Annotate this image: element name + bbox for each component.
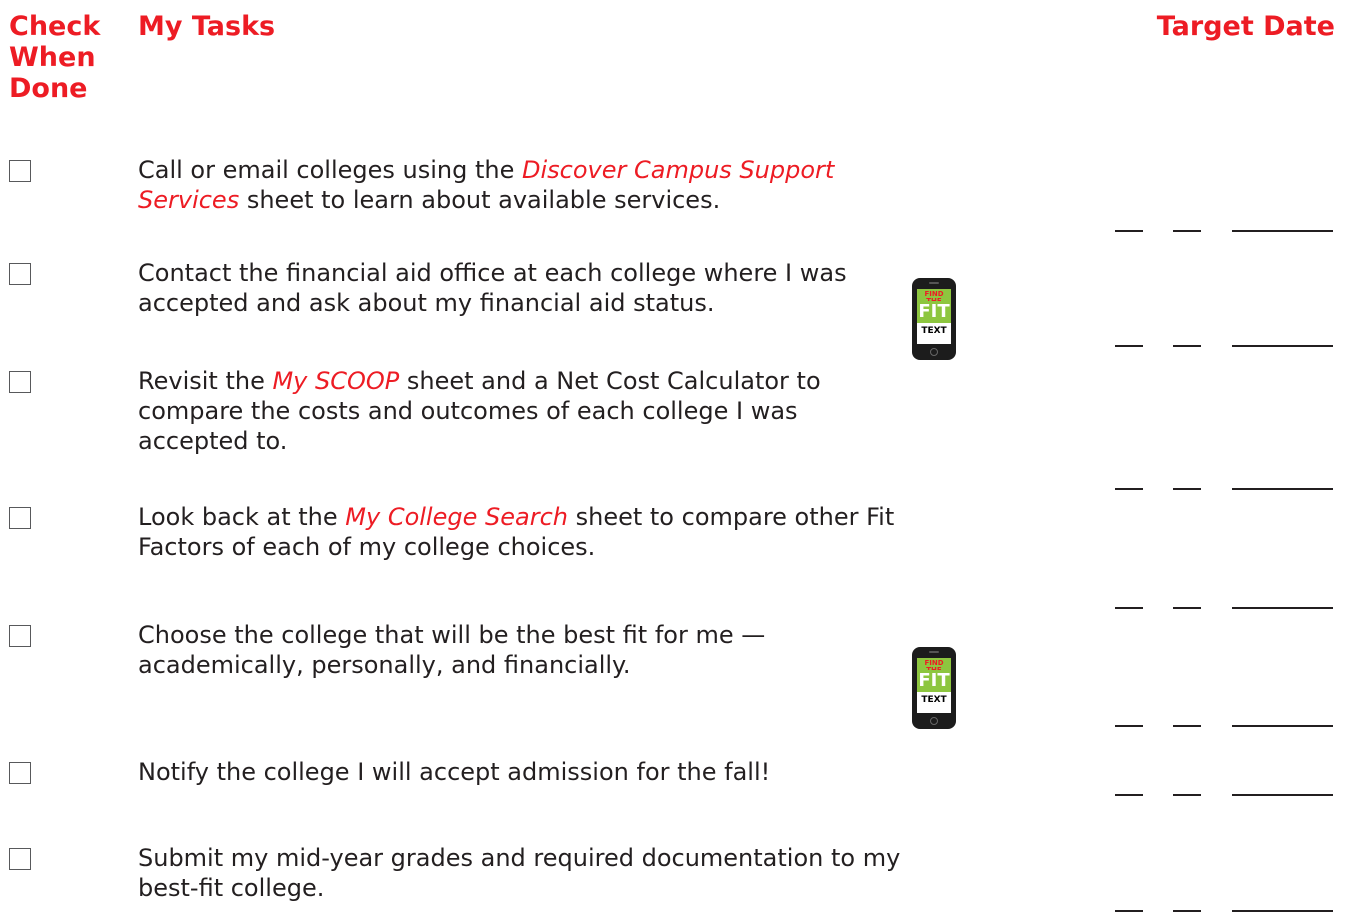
phone-speaker [929, 651, 939, 653]
phone-home-button [930, 348, 938, 356]
phone-text-label: TEXT [921, 326, 947, 336]
find-the-fit-text-phone-icon: FIND THEFITTEXT [912, 278, 956, 360]
sheet-reference: My College Search [345, 503, 568, 531]
date-month-blank[interactable] [1115, 230, 1143, 232]
done-checkbox[interactable] [9, 371, 31, 393]
phone-speaker [929, 282, 939, 284]
date-day-blank[interactable] [1173, 345, 1201, 347]
date-year-blank[interactable] [1232, 794, 1333, 796]
date-year-blank[interactable] [1232, 607, 1333, 609]
date-year-blank[interactable] [1232, 910, 1333, 912]
date-month-blank[interactable] [1115, 794, 1143, 796]
done-checkbox[interactable] [9, 848, 31, 870]
task-text-part: sheet to learn about available services. [239, 186, 721, 214]
date-day-blank[interactable] [1173, 230, 1201, 232]
task-text-part: Revisit the [138, 367, 273, 395]
date-month-blank[interactable] [1115, 725, 1143, 727]
task-text: Look back at the My College Search sheet… [138, 502, 898, 562]
date-day-blank[interactable] [1173, 725, 1201, 727]
target-date-blank[interactable] [1115, 228, 1333, 232]
done-checkbox[interactable] [9, 625, 31, 647]
date-day-blank[interactable] [1173, 488, 1201, 490]
date-day-blank[interactable] [1173, 910, 1201, 912]
date-year-blank[interactable] [1232, 725, 1333, 727]
phone-screen: FIND THEFITTEXT [917, 658, 951, 713]
task-text: Notify the college I will accept admissi… [138, 757, 898, 787]
target-date-blank[interactable] [1115, 486, 1333, 490]
task-text: Call or email colleges using the Discove… [138, 155, 938, 215]
date-year-blank[interactable] [1232, 230, 1333, 232]
task-text-part: Notify the college I will accept admissi… [138, 758, 771, 786]
phone-text-label: TEXT [921, 695, 947, 705]
done-checkbox[interactable] [9, 762, 31, 784]
phone-home-button [930, 717, 938, 725]
target-date-blank[interactable] [1115, 723, 1333, 727]
target-date-blank[interactable] [1115, 605, 1333, 609]
done-checkbox[interactable] [9, 507, 31, 529]
date-month-blank[interactable] [1115, 488, 1143, 490]
date-year-blank[interactable] [1232, 488, 1333, 490]
date-day-blank[interactable] [1173, 794, 1201, 796]
task-text: Choose the college that will be the best… [138, 620, 838, 680]
task-text-part: Call or email colleges using the [138, 156, 523, 184]
task-text-part: Choose the college that will be the best… [138, 621, 773, 679]
phone-fit-label: FIT [917, 670, 951, 692]
find-the-fit-text-phone-icon: FIND THEFITTEXT [912, 647, 956, 729]
done-checkbox[interactable] [9, 160, 31, 182]
task-text-part: Submit my mid-year grades and required d… [138, 844, 908, 902]
task-text: Contact the financial aid office at each… [138, 258, 878, 318]
date-day-blank[interactable] [1173, 607, 1201, 609]
date-year-blank[interactable] [1232, 345, 1333, 347]
target-date-blank[interactable] [1115, 792, 1333, 796]
date-month-blank[interactable] [1115, 607, 1143, 609]
task-text-part: Look back at the [138, 503, 346, 531]
target-date-blank[interactable] [1115, 908, 1333, 912]
target-date-blank[interactable] [1115, 343, 1333, 347]
date-month-blank[interactable] [1115, 910, 1143, 912]
task-text: Revisit the My SCOOP sheet and a Net Cos… [138, 366, 898, 456]
my-tasks-header: My Tasks [138, 11, 276, 42]
done-checkbox[interactable] [9, 263, 31, 285]
sheet-reference: My SCOOP [272, 367, 400, 395]
task-text-part: Contact the financial aid office at each… [138, 259, 855, 317]
date-month-blank[interactable] [1115, 345, 1143, 347]
check-when-done-header: Check When Done [9, 11, 101, 104]
phone-fit-label: FIT [917, 301, 951, 323]
target-date-header: Target Date [1156, 11, 1335, 42]
phone-screen: FIND THEFITTEXT [917, 289, 951, 344]
task-text: Submit my mid-year grades and required d… [138, 843, 918, 903]
